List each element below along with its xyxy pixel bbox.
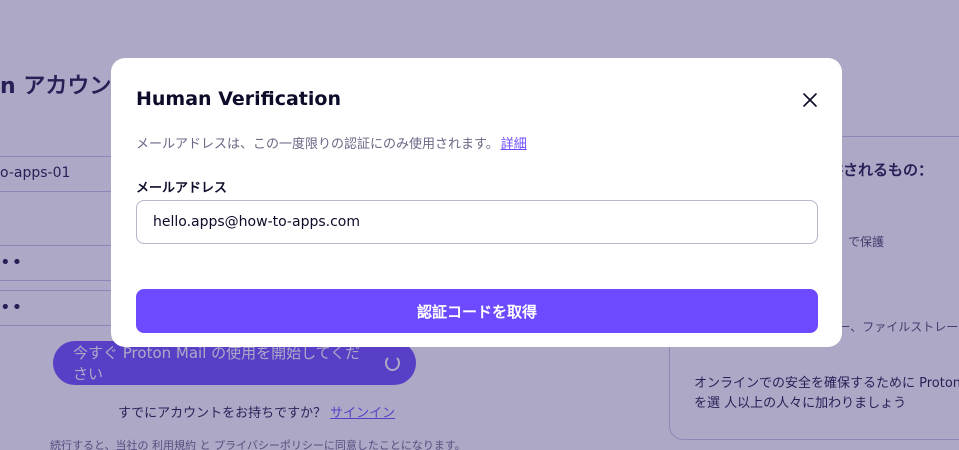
dialog-description-text: メールアドレスは、この一度限りの認証にのみ使用されます。	[136, 137, 499, 152]
email-input[interactable]	[136, 200, 818, 244]
close-icon	[803, 93, 817, 107]
dialog-title: Human Verification	[136, 88, 341, 110]
get-verification-code-button[interactable]: 認証コードを取得	[136, 289, 818, 333]
details-link[interactable]: 詳細	[501, 137, 527, 152]
dialog-description: メールアドレスは、この一度限りの認証にのみ使用されます。 詳細	[136, 133, 527, 152]
email-label: メールアドレス	[136, 181, 228, 196]
human-verification-dialog: Human Verification メールアドレスは、この一度限りの認証にのみ…	[111, 58, 842, 347]
close-button[interactable]	[799, 89, 821, 111]
